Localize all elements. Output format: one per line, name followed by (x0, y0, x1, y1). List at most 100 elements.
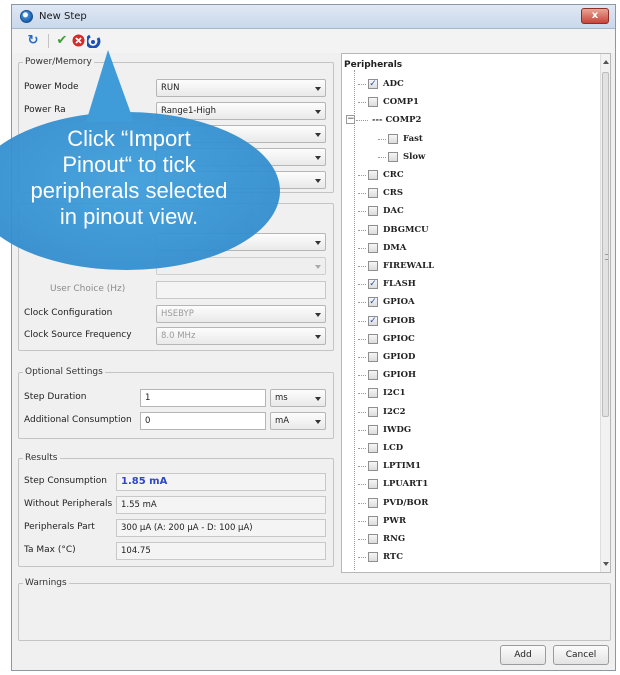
tree-item[interactable]: I2C2 (358, 404, 558, 420)
peripheral-label: FIREWALL (383, 261, 435, 271)
peripheral-label: LPTIM1 (383, 461, 421, 472)
peripheral-checkbox[interactable] (368, 224, 378, 235)
tree-item[interactable]: DAC (358, 203, 558, 219)
chevron-down-icon (315, 265, 321, 269)
peripheral-checkbox[interactable]: ✓ (368, 279, 378, 290)
tree-item[interactable]: DMA (358, 240, 558, 256)
peripheral-checkbox[interactable] (368, 479, 378, 490)
tree-item[interactable]: PWR (358, 513, 558, 529)
additional-consumption-input[interactable]: 0 (140, 412, 266, 430)
scroll-thumb[interactable] (602, 72, 609, 417)
tree-item[interactable]: ✓ GPIOA (358, 294, 558, 310)
tree-item[interactable]: GPIOC (358, 331, 558, 347)
peripheral-label: Fast (403, 133, 423, 144)
refresh-icon[interactable]: ↻ (26, 34, 40, 48)
peripheral-checkbox[interactable]: ✓ (368, 297, 378, 308)
cancel-button[interactable]: Cancel (553, 645, 609, 665)
tree-scrollbar[interactable] (600, 54, 610, 572)
chevron-down-icon (315, 241, 321, 245)
tree-item[interactable]: FIREWALL (358, 258, 558, 274)
peripheral-checkbox[interactable] (368, 242, 378, 253)
scroll-down-arrow-icon[interactable] (603, 562, 609, 566)
peripherals-title: Peripherals (344, 60, 403, 70)
tree-item[interactable]: − --- COMP2 (346, 112, 558, 128)
tree-item[interactable]: CRC (358, 167, 558, 183)
callout-line-2: Pinout“ to tick (62, 152, 196, 177)
tree-connector (358, 175, 366, 176)
clock-config-label: Clock Configuration (24, 308, 113, 318)
peripheral-checkbox[interactable] (368, 261, 378, 271)
tree-item[interactable]: LPUART1 (358, 476, 558, 492)
additional-consumption-unit-select[interactable]: mA (270, 412, 326, 430)
power-mode-select[interactable]: RUN (156, 79, 326, 97)
peripheral-label: RNG (383, 534, 406, 544)
peripheral-checkbox[interactable] (368, 206, 378, 217)
tree-item[interactable]: LCD (358, 440, 558, 456)
tree-item[interactable]: ✓ ADC (358, 76, 558, 92)
power-mode-value: RUN (161, 83, 180, 93)
peripheral-checkbox[interactable] (368, 97, 378, 108)
peripheral-checkbox[interactable] (368, 443, 378, 453)
tree-item[interactable]: GPIOH (358, 367, 558, 383)
add-button[interactable]: Add (500, 645, 546, 665)
tree-connector (378, 138, 386, 140)
tree-item[interactable]: Slow (378, 149, 578, 165)
tree-item[interactable]: Fast (378, 131, 578, 147)
tree-item[interactable]: PVD/BOR (358, 495, 558, 511)
tree-item[interactable]: LPTIM1 (358, 458, 558, 474)
peripheral-checkbox[interactable] (368, 388, 378, 399)
clock-source-frequency-value: 8.0 MHz (161, 331, 196, 341)
peripheral-checkbox[interactable] (388, 151, 398, 162)
peripheral-checkbox[interactable] (368, 333, 378, 344)
peripheral-checkbox[interactable] (368, 515, 378, 526)
peripheral-checkbox[interactable]: ✓ (368, 315, 378, 326)
step-duration-unit-select[interactable]: ms (270, 389, 326, 407)
clock-config-select[interactable]: HSEBYP (156, 305, 326, 323)
tree-item[interactable]: IWDG (358, 422, 558, 438)
peripheral-checkbox[interactable] (368, 424, 378, 435)
tree-item[interactable]: RTC (358, 549, 558, 565)
results-legend: Results (25, 453, 58, 463)
window-title: New Step (39, 11, 87, 22)
tree-item[interactable]: I2C1 (358, 385, 558, 401)
peripheral-checkbox[interactable] (368, 370, 378, 381)
peripheral-label: Slow (403, 151, 426, 162)
peripheral-checkbox[interactable]: ✓ (368, 79, 378, 89)
peripheral-label: GPIOA (383, 297, 415, 308)
check-icon[interactable]: ✔ (55, 34, 69, 48)
peripheral-checkbox[interactable] (368, 188, 378, 199)
clock-source-frequency-select[interactable]: 8.0 MHz (156, 327, 326, 345)
tree-item[interactable]: RNG (358, 531, 558, 547)
peripheral-checkbox[interactable] (368, 534, 378, 544)
peripheral-checkbox[interactable] (388, 133, 398, 144)
tree-connector (358, 393, 366, 395)
peripheral-checkbox[interactable] (368, 170, 378, 180)
import-pinout-icon[interactable] (85, 34, 101, 49)
tree-item[interactable]: DBGMCU (358, 222, 558, 238)
chevron-down-icon (315, 313, 321, 317)
chevron-down-icon (315, 397, 321, 401)
peripheral-checkbox[interactable] (368, 461, 378, 472)
tree-item[interactable]: GPIOD (358, 349, 558, 365)
tree-item[interactable]: COMP1 (358, 94, 558, 110)
collapse-icon[interactable]: − (346, 115, 355, 125)
peripheral-checkbox[interactable] (368, 406, 378, 417)
callout-text: Click “Import Pinout“ to tick peripheral… (2, 126, 256, 230)
peripheral-checkbox[interactable] (368, 497, 378, 508)
peripheral-checkbox[interactable] (368, 352, 378, 362)
tree-connector (358, 102, 366, 104)
tree-item[interactable]: ✓ FLASH (358, 276, 558, 292)
user-choice-input[interactable] (156, 281, 326, 299)
cancel-icon[interactable] (71, 34, 85, 48)
peripheral-label: PWR (383, 515, 407, 526)
step-duration-input[interactable]: 1 (140, 389, 266, 407)
tree-item[interactable]: ✓ GPIOB (358, 313, 558, 329)
step-duration-unit: ms (275, 393, 288, 403)
close-button[interactable]: x (581, 8, 609, 24)
clock-config-value: HSEBYP (161, 309, 194, 319)
ta-max-row: Ta Max (°C) 104.75 (24, 542, 326, 560)
scroll-up-arrow-icon[interactable] (603, 60, 609, 64)
tree-item[interactable]: CRS (358, 185, 558, 201)
without-peripherals-row: Without Peripherals 1.55 mA (24, 496, 326, 514)
peripheral-checkbox[interactable] (368, 552, 378, 563)
